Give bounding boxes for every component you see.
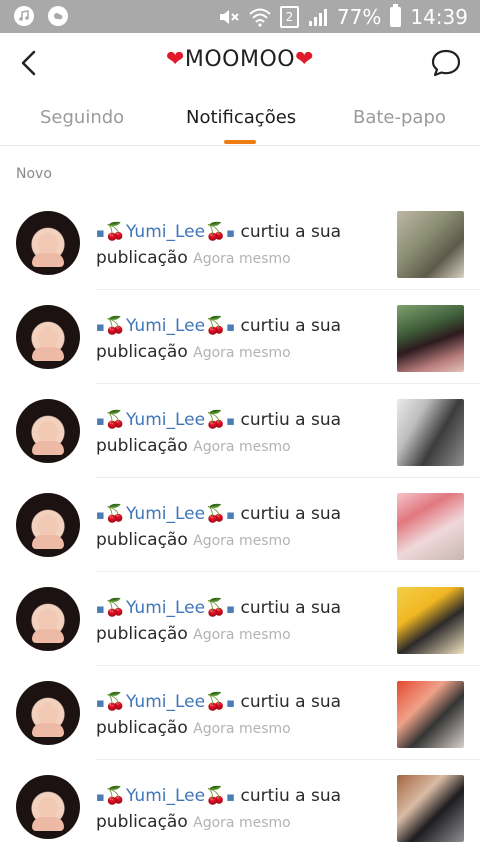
cherry-emoji: 🍒 — [205, 692, 227, 712]
tab-seguindo[interactable]: Seguindo — [40, 107, 124, 128]
cloud-icon — [48, 6, 68, 26]
list-item[interactable]: ▪🍒Yumi_Lee🍒▪ curtiu a sua publicação Ago… — [0, 290, 480, 384]
battery-icon — [390, 4, 402, 27]
username-link[interactable]: Yumi_Lee — [126, 598, 205, 618]
object-text: publicação — [96, 624, 188, 644]
avatar[interactable] — [16, 681, 80, 745]
notification-text: ▪🍒Yumi_Lee🍒▪ curtiu a sua publicação Ago… — [96, 504, 342, 550]
signal-icon — [308, 9, 327, 26]
page-title: ❤MOOMOO❤ — [0, 47, 480, 72]
cherry-emoji: 🍒 — [205, 504, 227, 524]
notification-text: ▪🍒Yumi_Lee🍒▪ curtiu a sua publicação Ago… — [96, 786, 342, 832]
timestamp: Agora mesmo — [193, 439, 291, 455]
avatar[interactable] — [16, 493, 80, 557]
timestamp: Agora mesmo — [193, 627, 291, 643]
post-thumbnail[interactable] — [397, 305, 464, 372]
timestamp: Agora mesmo — [193, 721, 291, 737]
action-text: curtiu a sua — [240, 316, 342, 336]
cherry-emoji: 🍒 — [205, 410, 227, 430]
timestamp: Agora mesmo — [193, 815, 291, 831]
username-link[interactable]: Yumi_Lee — [126, 222, 205, 242]
username-link[interactable]: Yumi_Lee — [126, 692, 205, 712]
post-thumbnail[interactable] — [397, 211, 464, 278]
post-thumbnail[interactable] — [397, 681, 464, 748]
cherry-emoji: 🍒 — [205, 316, 227, 336]
notification-text: ▪🍒Yumi_Lee🍒▪ curtiu a sua publicação Ago… — [96, 692, 342, 738]
username-link[interactable]: Yumi_Lee — [126, 410, 205, 430]
tab-bar: Seguindo Notificações Bate-papo — [0, 93, 480, 146]
chat-button[interactable] — [430, 47, 462, 79]
object-text: publicação — [96, 718, 188, 738]
avatar[interactable] — [16, 775, 80, 839]
list-item[interactable]: ▪🍒Yumi_Lee🍒▪ curtiu a sua publicação Ago… — [0, 572, 480, 666]
list-item[interactable]: ▪🍒Yumi_Lee🍒▪ curtiu a sua publicação Ago… — [0, 196, 480, 290]
username-link[interactable]: Yumi_Lee — [126, 316, 205, 336]
post-thumbnail[interactable] — [397, 399, 464, 466]
tab-notificacoes[interactable]: Notificações — [186, 107, 296, 128]
music-icon — [14, 6, 34, 26]
list-item[interactable]: ▪🍒Yumi_Lee🍒▪ curtiu a sua publicação Ago… — [0, 666, 480, 760]
object-text: publicação — [96, 342, 188, 362]
action-text: curtiu a sua — [240, 786, 342, 806]
heart-icon: ❤ — [165, 47, 185, 72]
battery-percent: 77% — [336, 5, 382, 29]
list-item[interactable]: ▪🍒Yumi_Lee🍒▪ curtiu a sua publicação Ago… — [0, 478, 480, 572]
section-label: Novo — [16, 166, 52, 182]
cherry-emoji: 🍒 — [205, 598, 227, 618]
wifi-icon — [249, 8, 271, 27]
clock: 14:39 — [410, 5, 468, 29]
avatar[interactable] — [16, 587, 80, 651]
cherry-emoji: 🍒 — [104, 598, 126, 618]
avatar[interactable] — [16, 305, 80, 369]
notification-text: ▪🍒Yumi_Lee🍒▪ curtiu a sua publicação Ago… — [96, 222, 342, 268]
avatar[interactable] — [16, 399, 80, 463]
object-text: publicação — [96, 530, 188, 550]
timestamp: Agora mesmo — [193, 533, 291, 549]
active-tab-indicator — [224, 140, 256, 144]
notification-text: ▪🍒Yumi_Lee🍒▪ curtiu a sua publicação Ago… — [96, 316, 342, 362]
post-thumbnail[interactable] — [397, 587, 464, 654]
cherry-emoji: 🍒 — [104, 316, 126, 336]
object-text: publicação — [96, 248, 188, 268]
timestamp: Agora mesmo — [193, 345, 291, 361]
sim-badge: 2 — [279, 6, 299, 28]
object-text: publicação — [96, 436, 188, 456]
timestamp: Agora mesmo — [193, 251, 291, 267]
avatar[interactable] — [16, 211, 80, 275]
list-item[interactable]: ▪🍒Yumi_Lee🍒▪ curtiu a sua publicação Ago… — [0, 384, 480, 478]
post-thumbnail[interactable] — [397, 775, 464, 842]
notification-list: ▪🍒Yumi_Lee🍒▪ curtiu a sua publicação Ago… — [0, 196, 480, 854]
action-text: curtiu a sua — [240, 692, 342, 712]
cherry-emoji: 🍒 — [104, 692, 126, 712]
username-link[interactable]: Yumi_Lee — [126, 504, 205, 524]
cherry-emoji: 🍒 — [104, 410, 126, 430]
username-link[interactable]: Yumi_Lee — [126, 786, 205, 806]
list-item[interactable]: ▪🍒Yumi_Lee🍒▪ curtiu a sua publicação Ago… — [0, 760, 480, 854]
action-text: curtiu a sua — [240, 504, 342, 524]
heart-icon: ❤ — [295, 47, 315, 72]
cherry-emoji: 🍒 — [205, 786, 227, 806]
action-text: curtiu a sua — [240, 410, 342, 430]
notification-text: ▪🍒Yumi_Lee🍒▪ curtiu a sua publicação Ago… — [96, 598, 342, 644]
app-header: ❤MOOMOO❤ — [0, 33, 480, 93]
cherry-emoji: 🍒 — [205, 222, 227, 242]
cherry-emoji: 🍒 — [104, 786, 126, 806]
notification-text: ▪🍒Yumi_Lee🍒▪ curtiu a sua publicação Ago… — [96, 410, 342, 456]
action-text: curtiu a sua — [240, 598, 342, 618]
cherry-emoji: 🍒 — [104, 222, 126, 242]
object-text: publicação — [96, 812, 188, 832]
cherry-emoji: 🍒 — [104, 504, 126, 524]
action-text: curtiu a sua — [240, 222, 342, 242]
status-bar: 2 77% 14:39 — [0, 0, 480, 33]
mute-icon — [219, 10, 239, 24]
tab-bate-papo[interactable]: Bate-papo — [353, 107, 446, 128]
title-text: MOOMOO — [184, 47, 296, 72]
post-thumbnail[interactable] — [397, 493, 464, 560]
chat-bubble-icon — [431, 49, 461, 77]
